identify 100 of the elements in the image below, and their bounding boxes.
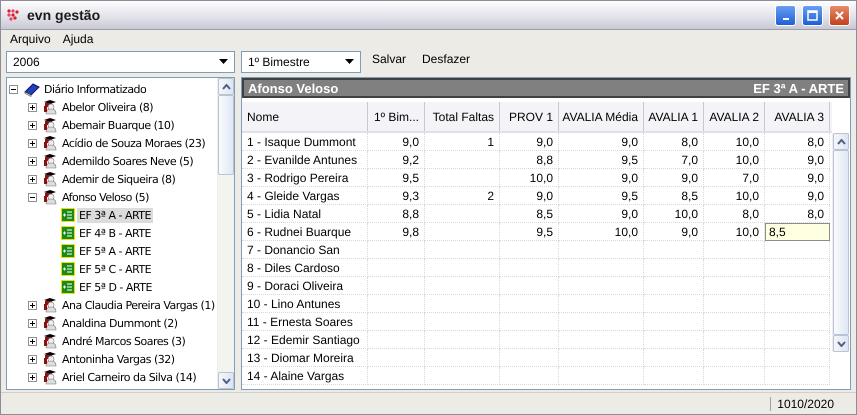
column-header[interactable]: AVALIA 1 [644, 102, 704, 131]
table-cell: 12 - Edemir Santiago [242, 331, 368, 349]
tree-item[interactable]: Abemair Buarque (10) [60, 118, 176, 132]
tree-item[interactable]: EF 5ª D - ARTE [77, 280, 154, 294]
cell-editor[interactable]: 8,5 [765, 223, 830, 241]
empty-cell [500, 241, 559, 259]
toolbar-button[interactable]: Desfazer [417, 49, 476, 69]
tree-item[interactable]: André Marcos Soares (3) [60, 334, 188, 348]
class-list-icon [61, 208, 75, 222]
grid-scrollbar[interactable] [832, 133, 849, 352]
collapse-icon[interactable] [28, 192, 37, 202]
table-cell: 9,0 [500, 133, 559, 151]
table-cell: 10,0 [704, 151, 765, 169]
close-button[interactable] [829, 4, 850, 26]
menu-item[interactable]: Ajuda [58, 32, 98, 46]
table-cell: 9,2 [368, 151, 425, 169]
empty-cell [368, 295, 425, 313]
column-header[interactable]: Total Faltas [425, 102, 500, 131]
toolbar-button[interactable]: Salvar [367, 49, 412, 69]
tree-item[interactable]: Ana Claudia Pereira Vargas (1) [60, 298, 217, 312]
scroll-up-icon [836, 138, 846, 144]
table-cell: 9,0 [559, 133, 644, 151]
table-cell: 1 [425, 133, 500, 151]
teacher-icon [42, 351, 58, 367]
tree-item[interactable]: Analdina Dummont (2) [60, 316, 180, 330]
empty-cell [644, 313, 704, 331]
expand-icon[interactable] [28, 156, 37, 166]
teacher-name: Afonso Veloso [248, 80, 338, 96]
expand-icon[interactable] [28, 354, 37, 364]
tree-item[interactable]: Antoninha Vargas (32) [60, 352, 177, 366]
table-cell: 8,0 [765, 133, 830, 151]
table-cell: 8,5 [500, 205, 559, 223]
column-header[interactable]: AVALIA Média [559, 102, 644, 131]
year-dropdown[interactable]: 2006 [6, 50, 235, 72]
table-cell: 7,0 [704, 169, 765, 187]
status-text: 1010/2020 [770, 396, 840, 410]
column-header[interactable]: AVALIA 2 [704, 102, 765, 131]
teacher-icon [42, 117, 58, 133]
table-cell: 3 - Rodrigo Pereira [242, 169, 368, 187]
maximize-icon [807, 10, 818, 20]
table-cell: 9,5 [500, 223, 559, 241]
menu-item[interactable]: Arquivo [5, 32, 56, 46]
empty-cell [644, 349, 704, 367]
class-name: EF 3ª A - ARTE [753, 80, 844, 96]
tree-item[interactable]: EF 3ª A - ARTE [77, 208, 153, 222]
table-cell: 8,5 [644, 187, 704, 205]
scroll-down-icon [836, 340, 846, 346]
empty-cell [368, 277, 425, 295]
expand-icon[interactable] [28, 102, 37, 112]
tree-item[interactable]: Ademir de Siqueira (8) [60, 172, 178, 186]
tree-item[interactable]: Ariel Carneiro da Silva (14) [60, 370, 198, 384]
table-cell: 9,5 [559, 151, 644, 169]
tree-item[interactable]: Abelor Oliveira (8) [60, 100, 156, 114]
empty-cell [644, 259, 704, 277]
period-dropdown[interactable]: 1º Bimestre [241, 50, 361, 72]
empty-cell [704, 259, 765, 277]
expand-icon[interactable] [28, 174, 37, 184]
scroll-thumb[interactable] [833, 150, 849, 335]
table-cell: 9 - Doraci Oliveira [242, 277, 368, 295]
teacher-icon [42, 297, 58, 313]
expand-icon[interactable] [28, 300, 37, 310]
column-header[interactable]: Nome [242, 102, 368, 131]
empty-cell [704, 313, 765, 331]
expand-icon[interactable] [28, 336, 37, 346]
column-header[interactable]: 1º Bim... [368, 102, 425, 131]
empty-cell [704, 331, 765, 349]
logo-icon [7, 9, 21, 21]
column-header[interactable]: PROV 1 [500, 102, 559, 131]
empty-cell [500, 259, 559, 277]
table-cell: 8,8 [500, 151, 559, 169]
empty-cell [500, 277, 559, 295]
table-cell: 9,0 [500, 187, 559, 205]
expand-icon[interactable] [28, 120, 37, 130]
tree-item[interactable]: Acídio de Souza Moraes (23) [60, 136, 208, 150]
table-cell: 10,0 [644, 205, 704, 223]
table-cell: 8,0 [644, 133, 704, 151]
expand-icon[interactable] [28, 138, 37, 148]
teacher-icon [42, 153, 58, 169]
tree-scrollbar[interactable] [217, 78, 234, 389]
scroll-thumb[interactable] [218, 95, 234, 175]
tree-item[interactable]: Ademildo Soares Neve (5) [60, 154, 196, 168]
empty-cell [500, 349, 559, 367]
tree-item[interactable]: Afonso Veloso (5) [60, 190, 151, 204]
column-header[interactable]: AVALIA 3 [765, 102, 830, 131]
minimize-button[interactable] [775, 4, 796, 26]
tree-item[interactable]: EF 4ª B - ARTE [77, 226, 153, 240]
table-cell: 9,0 [559, 205, 644, 223]
class-list-icon [61, 280, 75, 294]
table-cell: 9,0 [644, 169, 704, 187]
tree-item[interactable]: EF 5ª A - ARTE [77, 244, 153, 258]
empty-cell [765, 313, 830, 331]
maximize-button[interactable] [802, 4, 823, 26]
table-cell: 9,0 [368, 133, 425, 151]
tree-item[interactable]: EF 5ª C - ARTE [77, 262, 154, 276]
expand-icon[interactable] [28, 372, 37, 382]
table-cell: 8 - Diles Cardoso [242, 259, 368, 277]
teacher-icon [42, 189, 58, 205]
tree-item[interactable]: Diário Informatizado [42, 82, 148, 96]
expand-icon[interactable] [28, 318, 37, 328]
collapse-icon[interactable] [9, 84, 18, 94]
